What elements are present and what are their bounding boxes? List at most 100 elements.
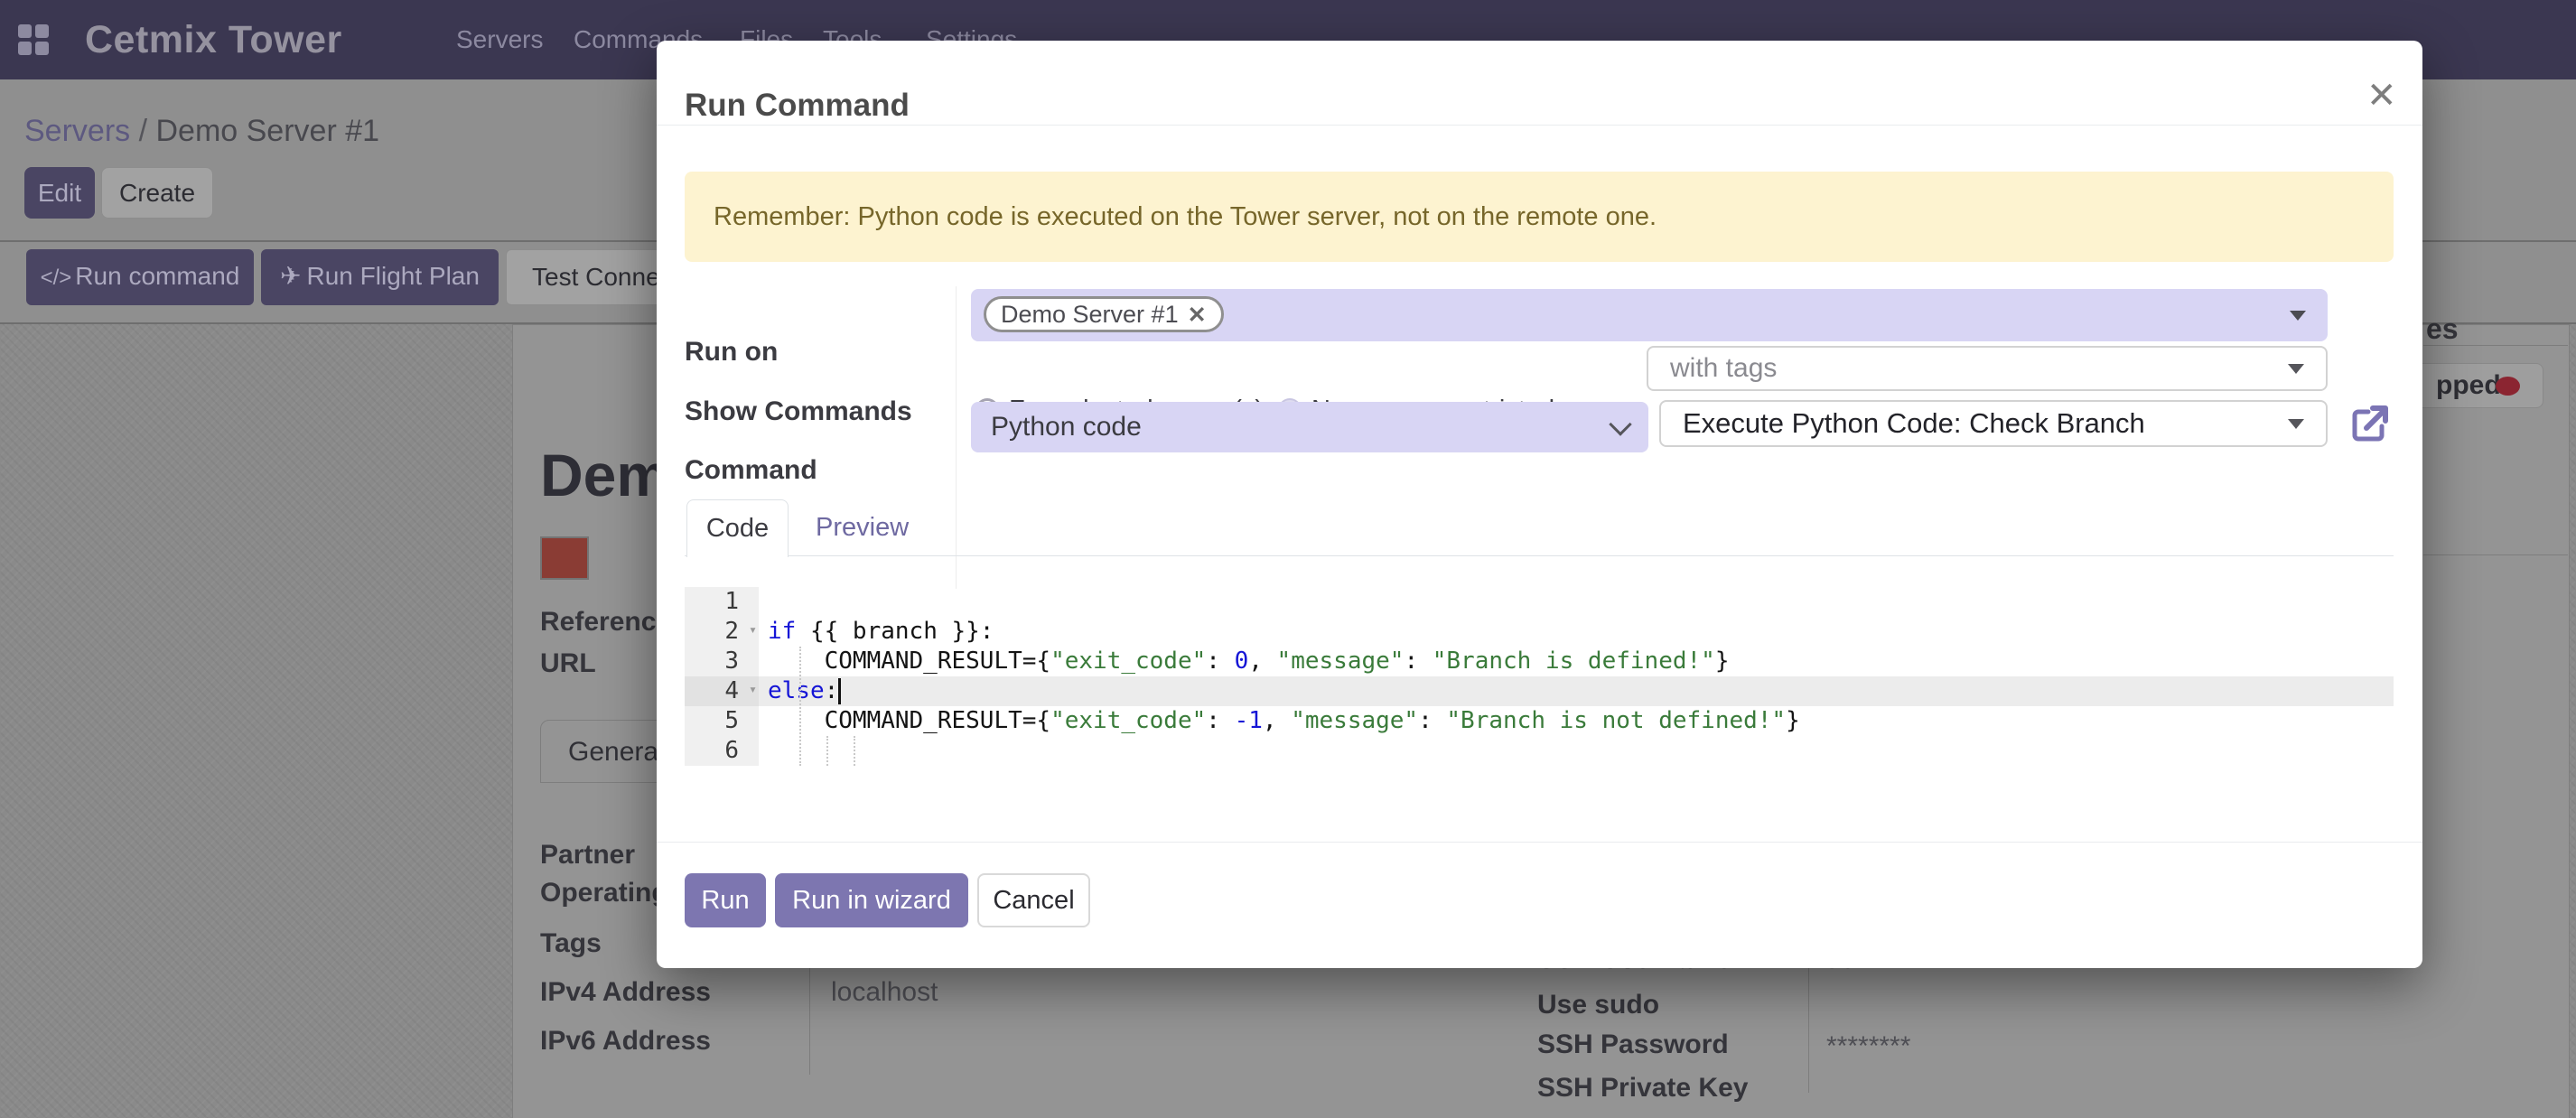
cancel-button[interactable]: Cancel — [977, 873, 1090, 927]
code-token: COMMAND_RESULT={ — [768, 648, 1050, 675]
field-label-tags: Tags — [540, 928, 602, 959]
code-token: : — [825, 677, 839, 704]
gutter-line[interactable]: 5 — [685, 706, 759, 736]
brand-title[interactable]: Cetmix Tower — [85, 0, 342, 79]
code-token: -1 — [1235, 707, 1263, 734]
external-link-icon[interactable] — [2350, 405, 2390, 444]
code-token: , — [1263, 707, 1291, 734]
tag-remove-icon[interactable]: ✕ — [1188, 303, 1207, 328]
run-on-multiselect[interactable]: Demo Server #1 ✕ — [971, 289, 2328, 341]
fold-icon[interactable]: ▾ — [749, 681, 757, 697]
with-tags-placeholder: with tags — [1670, 348, 1777, 389]
right-panel-divider-bottom — [2423, 554, 2568, 555]
code-token: } — [1786, 707, 1800, 734]
command-select[interactable]: Execute Python Code: Check Branch — [1659, 400, 2328, 447]
right-panel-divider-top — [2423, 345, 2568, 346]
code-token: : — [1404, 648, 1432, 675]
gutter-line[interactable]: 3 — [685, 647, 759, 676]
label-command: Command — [685, 455, 817, 486]
code-token: : — [1418, 707, 1446, 734]
field-label-ssh-private-key: SSH Private Key — [1537, 1073, 1748, 1104]
code-line[interactable] — [759, 587, 2394, 617]
field-label-partner: Partner — [540, 840, 635, 871]
code-token: else — [768, 677, 825, 704]
tab-code[interactable]: Code — [686, 499, 789, 557]
tabs-underline — [685, 555, 2394, 556]
code-token: : — [1206, 707, 1234, 734]
dropdown-caret-icon[interactable] — [2288, 419, 2304, 429]
run-in-wizard-button[interactable]: Run in wizard — [775, 873, 968, 927]
close-icon[interactable]: ✕ — [2366, 75, 2397, 116]
gutter-line[interactable]: 1 — [685, 587, 759, 617]
code-token: {{ branch }}: — [796, 618, 994, 645]
code-token: "message" — [1277, 648, 1405, 675]
run-button[interactable]: Run — [685, 873, 766, 927]
breadcrumb-current: Demo Server #1 — [155, 114, 379, 148]
dropdown-caret-icon[interactable] — [2290, 311, 2306, 321]
field-label-reference: Reference — [540, 607, 671, 638]
breadcrumb-parent-link[interactable]: Servers — [24, 114, 130, 148]
code-token: COMMAND_RESULT={ — [768, 707, 1050, 734]
run-command-modal: Run Command ✕ Remember: Python code is e… — [657, 41, 2422, 968]
breadcrumb-separator: / — [130, 114, 155, 148]
field-value-ipv4: localhost — [831, 977, 938, 1008]
server-tag[interactable]: Demo Server #1 ✕ — [984, 296, 1224, 332]
application-root: Cetmix Tower Servers Commands Files Tool… — [0, 0, 2576, 1118]
gutter-line[interactable]: 4▾ — [685, 676, 759, 706]
status-dot-icon — [2496, 377, 2520, 396]
code-token: } — [1715, 648, 1730, 675]
column-separator-right — [1808, 955, 1809, 1093]
fold-icon[interactable]: ▾ — [749, 621, 757, 638]
label-show-commands: Show Commands — [685, 396, 912, 427]
code-token: "Branch is defined!" — [1433, 648, 1715, 675]
code-token: if — [768, 618, 796, 645]
column-separator-left — [809, 959, 810, 1075]
field-label-ipv4: IPv4 Address — [540, 977, 711, 1008]
gutter-line[interactable]: 2▾ — [685, 617, 759, 647]
command-type-select[interactable]: Python code — [971, 402, 1648, 452]
plane-icon: ✈ — [280, 262, 301, 290]
warning-alert: Remember: Python code is executed on the… — [685, 172, 2394, 262]
field-label-ipv6: IPv6 Address — [540, 1026, 711, 1057]
indent-guide — [854, 736, 855, 766]
with-tags-select[interactable]: with tags — [1647, 346, 2328, 391]
code-line[interactable]: if {{ branch }}: — [759, 617, 2394, 647]
gutter-line[interactable]: 6 — [685, 736, 759, 766]
code-token: , — [1248, 648, 1276, 675]
command-type-value: Python code — [991, 402, 1142, 452]
apps-grid-icon[interactable] — [18, 24, 49, 55]
color-swatch[interactable] — [540, 536, 589, 580]
code-line[interactable]: else: — [759, 676, 2394, 706]
text-cursor — [838, 678, 841, 704]
run-flight-plan-button[interactable]: ✈Run Flight Plan — [261, 249, 499, 305]
field-label-operating: Operating — [540, 878, 668, 908]
breadcrumb: Servers / Demo Server #1 — [24, 114, 379, 149]
right-heading-fragment: es — [2426, 312, 2459, 346]
code-brackets-icon: </> — [41, 266, 72, 290]
indent-guide — [826, 736, 828, 766]
code-line[interactable] — [759, 736, 2394, 766]
tab-preview[interactable]: Preview — [816, 499, 909, 556]
modal-title: Run Command — [685, 88, 910, 124]
field-value-ssh-password: ******** — [1826, 1031, 1910, 1062]
nav-item-servers[interactable]: Servers — [456, 0, 543, 79]
edit-button[interactable]: Edit — [24, 167, 95, 219]
create-button[interactable]: Create — [101, 167, 213, 219]
modal-footer-divider — [657, 842, 2422, 843]
run-command-button[interactable]: </>Run command — [26, 249, 254, 305]
indent-guide — [799, 647, 801, 766]
code-token: "exit_code" — [1050, 648, 1206, 675]
modal-header-divider — [657, 125, 2422, 126]
code-line[interactable]: COMMAND_RESULT={"exit_code": -1, "messag… — [759, 706, 2394, 736]
server-tag-label: Demo Server #1 — [1001, 301, 1179, 328]
label-run-on: Run on — [685, 337, 778, 368]
dropdown-caret-icon[interactable] — [2288, 364, 2304, 374]
status-label-fragment: pped — [2436, 364, 2501, 407]
form-column-separator — [956, 286, 957, 589]
code-token: "Branch is not defined!" — [1446, 707, 1786, 734]
chevron-down-icon[interactable] — [1609, 413, 1631, 435]
code-line[interactable]: COMMAND_RESULT={"exit_code": 0, "message… — [759, 647, 2394, 676]
field-label-ssh-password: SSH Password — [1537, 1029, 1729, 1060]
editor-rows[interactable]: if {{ branch }}: COMMAND_RESULT={"exit_c… — [759, 587, 2394, 766]
code-token: "exit_code" — [1050, 707, 1206, 734]
